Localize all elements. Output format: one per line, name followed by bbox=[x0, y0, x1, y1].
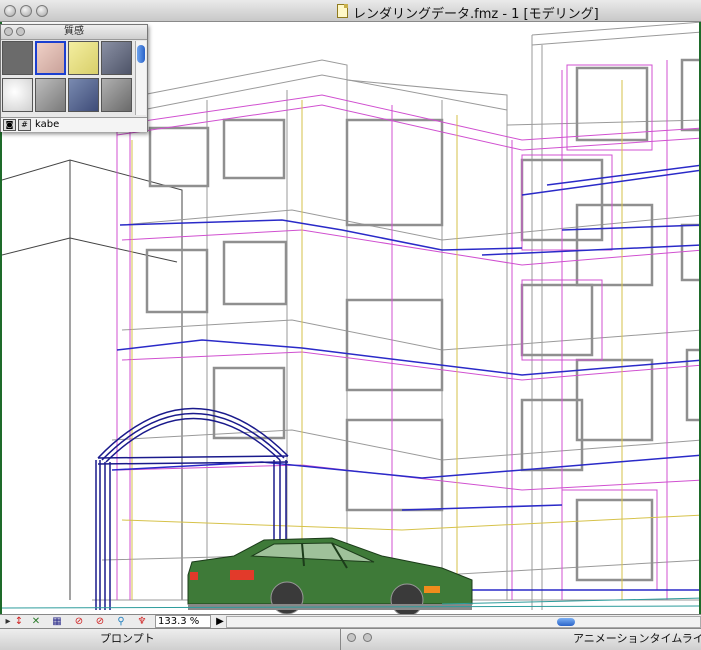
material-swatch[interactable] bbox=[35, 78, 66, 112]
document-icon bbox=[337, 4, 348, 18]
material-swatch-selected[interactable] bbox=[35, 41, 66, 75]
close-button[interactable] bbox=[4, 5, 16, 17]
material-palette[interactable]: 質感 ◙ # kabe bbox=[0, 24, 148, 132]
material-swatch[interactable] bbox=[2, 78, 33, 112]
timeline-close-button[interactable] bbox=[347, 633, 356, 642]
grid-toggle-icon[interactable]: ▦ bbox=[50, 616, 64, 628]
palette-scroll-thumb[interactable] bbox=[137, 45, 145, 63]
material-swatch[interactable] bbox=[2, 41, 33, 75]
material-swatch[interactable] bbox=[101, 41, 132, 75]
car-model bbox=[187, 537, 473, 614]
hand-tool-icon[interactable]: ♆ bbox=[135, 616, 149, 628]
minimize-button[interactable] bbox=[20, 5, 32, 17]
animation-timeline-title: アニメーションタイムライ bbox=[573, 632, 701, 645]
left-building-wireframe bbox=[2, 159, 183, 600]
floor-slab-edges bbox=[111, 164, 699, 591]
prompt-panel-title: プロンプト bbox=[100, 632, 155, 645]
magnify-icon[interactable]: ⚲ bbox=[114, 616, 128, 628]
material-swatch[interactable] bbox=[68, 41, 99, 75]
window-frames bbox=[145, 58, 699, 582]
palette-footer: ◙ # kabe bbox=[1, 117, 147, 132]
material-swatch[interactable] bbox=[101, 78, 132, 112]
window-title: レンダリングデータ.fmz - 1 [モデリング] bbox=[353, 7, 599, 22]
horizontal-scrollbar[interactable] bbox=[226, 616, 701, 628]
zoom-button[interactable] bbox=[36, 5, 48, 17]
palette-titlebar[interactable]: 質感 bbox=[1, 25, 147, 40]
play-arrow-icon[interactable]: ▶ bbox=[213, 616, 227, 628]
wireframe-toggle-icon[interactable]: ✕ bbox=[29, 616, 43, 628]
grid-view-icon[interactable]: # bbox=[18, 119, 31, 131]
palette-scrollbar[interactable] bbox=[135, 41, 146, 115]
timeline-collapse-button[interactable] bbox=[363, 633, 372, 642]
move-vertical-icon[interactable]: ↕ bbox=[12, 616, 26, 628]
material-swatch[interactable] bbox=[68, 78, 99, 112]
prohibit-icon[interactable]: ⊘ bbox=[72, 616, 86, 628]
animation-timeline-panel[interactable]: アニメーションタイムライ bbox=[340, 628, 701, 650]
selected-material-name: kabe bbox=[35, 119, 60, 130]
material-swatches bbox=[2, 41, 135, 115]
window-titlebar[interactable]: レンダリングデータ.fmz - 1 [モデリング] bbox=[0, 0, 701, 22]
zoom-level[interactable]: 133.3 % bbox=[155, 615, 211, 628]
material-settings-icon[interactable]: ◙ bbox=[3, 119, 16, 131]
horizontal-scroll-thumb[interactable] bbox=[557, 618, 575, 626]
view-toolbar: ▸ ↕ ✕ ▦ ⊘ ⊘ ⚲ ♆ 133.3 % ▶ bbox=[0, 614, 701, 628]
palette-title: 質感 bbox=[64, 26, 84, 37]
prohibit-alt-icon[interactable]: ⊘ bbox=[93, 616, 107, 628]
prompt-panel[interactable]: プロンプト bbox=[0, 628, 340, 650]
